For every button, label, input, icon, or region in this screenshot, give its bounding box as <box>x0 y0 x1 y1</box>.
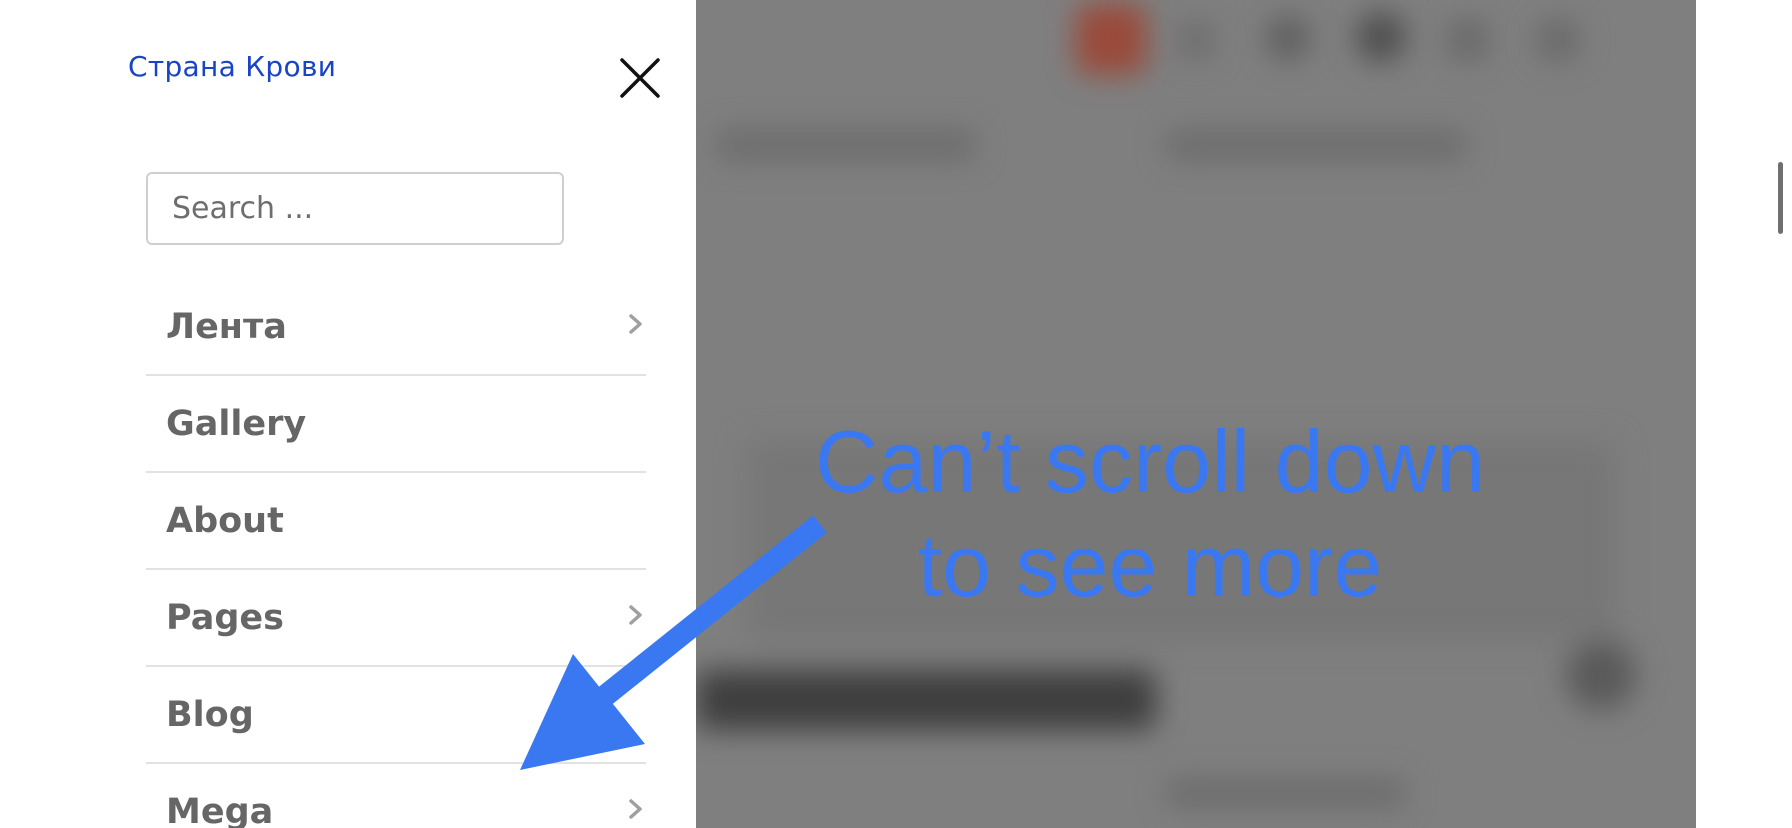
blurred-text <box>1166 780 1406 806</box>
menu-item-label: Лента <box>166 307 287 347</box>
blurred-icon <box>1266 16 1310 60</box>
menu-item-label: About <box>166 501 284 541</box>
page-margin <box>1696 0 1792 828</box>
chevron-right-icon[interactable] <box>624 604 646 626</box>
blurred-button <box>1566 640 1636 710</box>
blurred-icon <box>1446 18 1490 62</box>
blurred-icon <box>1176 20 1216 60</box>
menu-item-about[interactable]: About <box>146 473 646 570</box>
blurred-icon <box>1356 12 1406 62</box>
menu-item-gallery[interactable]: Gallery <box>146 376 646 473</box>
chevron-right-icon[interactable] <box>624 313 646 335</box>
annotation-line: Can’t scroll down <box>814 412 1486 511</box>
mobile-menu-drawer: Страна Крови Лента Gallery About Pa <box>0 0 696 828</box>
blurred-icon <box>1536 18 1580 62</box>
close-icon <box>620 58 660 98</box>
blurred-logo <box>1076 4 1146 74</box>
menu-list: Лента Gallery About Pages Blog Mega <box>146 279 646 828</box>
screen: Страна Крови Лента Gallery About Pa <box>0 0 1792 828</box>
annotation-line: to see more <box>917 516 1383 615</box>
blurred-nav <box>1166 130 1466 160</box>
close-button[interactable] <box>618 56 662 100</box>
page-scrollbar[interactable] <box>1778 162 1783 234</box>
chevron-right-icon[interactable] <box>624 798 646 820</box>
menu-item-lenta[interactable]: Лента <box>146 279 646 376</box>
menu-item-label: Pages <box>166 598 284 638</box>
menu-item-blog[interactable]: Blog <box>146 667 646 764</box>
annotation-text: Can’t scroll down to see more <box>760 410 1540 618</box>
menu-item-label: Gallery <box>166 404 307 444</box>
blurred-nav <box>716 130 976 160</box>
menu-item-label: Mega <box>166 792 274 828</box>
site-title-link[interactable]: Страна Крови <box>128 50 336 83</box>
menu-item-label: Blog <box>166 695 254 735</box>
search-input[interactable] <box>146 172 564 245</box>
blurred-heading <box>696 670 1156 730</box>
menu-item-pages[interactable]: Pages <box>146 570 646 667</box>
menu-item-mega[interactable]: Mega <box>146 764 646 828</box>
